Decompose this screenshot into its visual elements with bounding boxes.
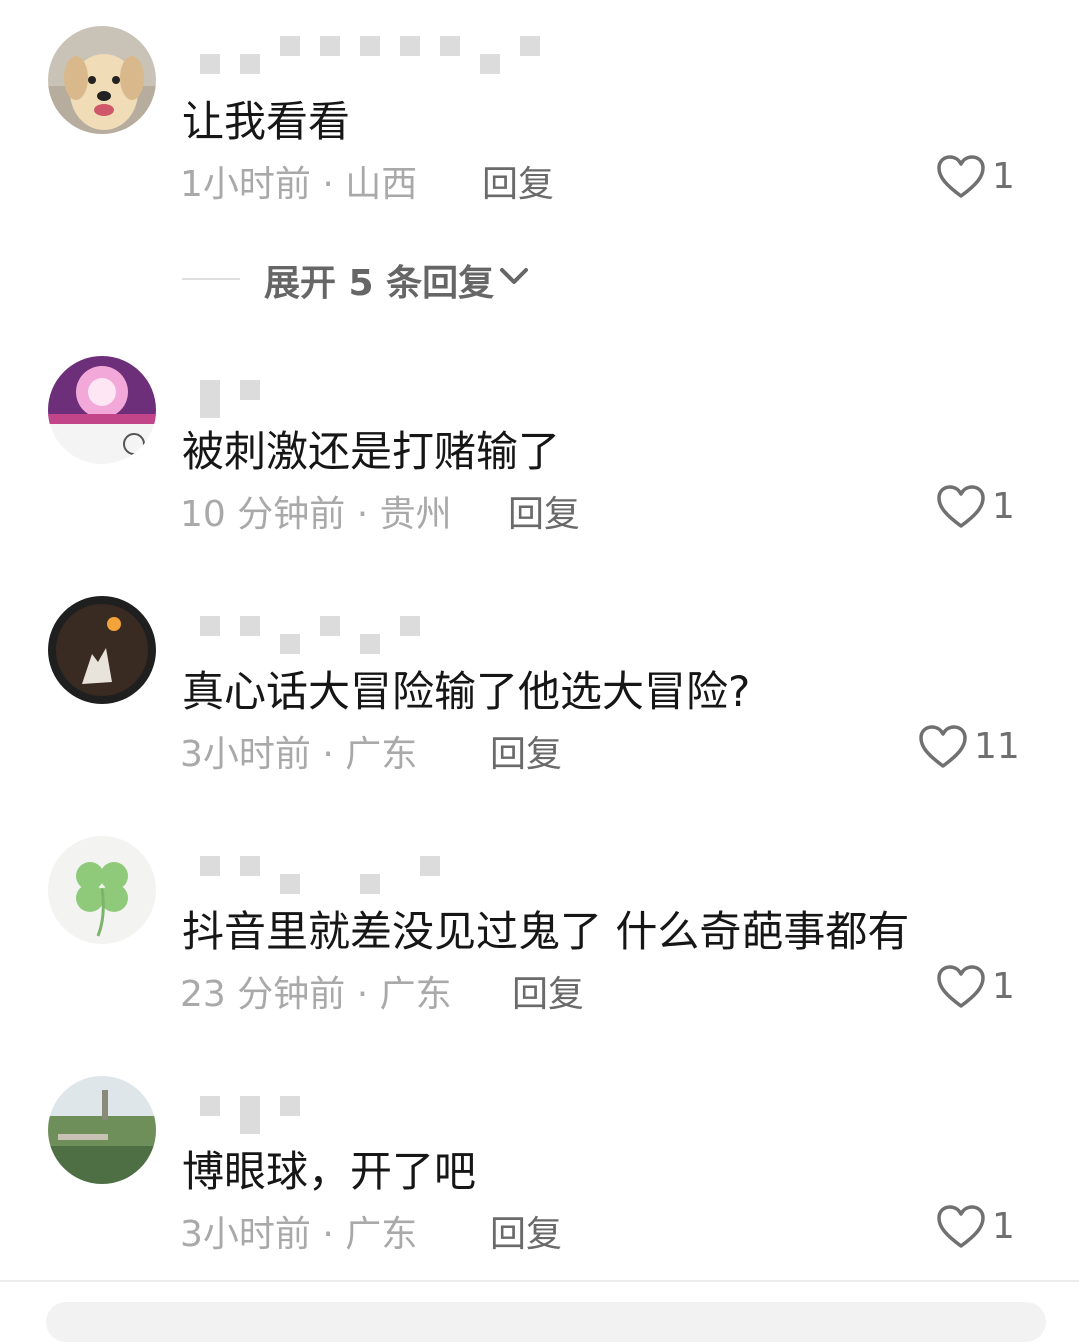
username-redacted[interactable]: [196, 374, 556, 418]
username-redacted[interactable]: [196, 30, 556, 74]
avatar[interactable]: [48, 356, 156, 464]
like-count: 1: [992, 1206, 1015, 1247]
chevron-down-icon: [500, 268, 528, 284]
bottom-divider: [0, 1280, 1079, 1282]
reply-button[interactable]: 回复: [490, 1205, 562, 1257]
meta-separator: ·: [345, 494, 380, 535]
avatar[interactable]: [48, 1076, 156, 1184]
username-redacted[interactable]: [196, 610, 556, 654]
like-count: 1: [992, 966, 1015, 1007]
heart-outline-icon[interactable]: [936, 484, 986, 530]
comment-time: 23 分钟前: [180, 974, 346, 1015]
comment-meta: 1小时前 · 山西: [180, 155, 417, 207]
comment-location: 广东: [379, 974, 452, 1015]
comment-location: 山西: [345, 164, 418, 205]
comment-input-bar[interactable]: [46, 1302, 1046, 1342]
heart-outline-icon[interactable]: [918, 724, 968, 770]
meta-separator: ·: [310, 164, 346, 205]
comment-location: 广东: [345, 1214, 418, 1255]
comment-item: 被刺激还是打赌输了 10 分钟前 · 贵州 回复 1: [0, 330, 1079, 570]
comment-location: 贵州: [379, 494, 452, 535]
clover-avatar-image: [48, 836, 156, 944]
heart-outline-icon[interactable]: [936, 154, 986, 200]
heart-outline-icon[interactable]: [936, 1204, 986, 1250]
comment-meta: 10 分钟前 · 贵州: [180, 485, 452, 537]
comment-item: 博眼球，开了吧 3小时前 · 广东 回复 1: [0, 1050, 1079, 1290]
wolf-avatar-image: [48, 596, 156, 704]
comment-text: 抖音里就差没见过鬼了 什么奇葩事都有: [182, 907, 910, 956]
reply-button[interactable]: 回复: [490, 725, 562, 777]
meta-separator: ·: [345, 974, 380, 1015]
comment-location: 广东: [345, 734, 418, 775]
comment-text: 真心话大冒险输了他选大冒险?: [182, 667, 751, 716]
expand-replies-button[interactable]: 展开 5 条回复: [182, 254, 582, 304]
comment-meta: 3小时前 · 广东: [180, 1205, 417, 1257]
comment-text: 博眼球，开了吧: [182, 1147, 477, 1196]
comment-time: 1小时前: [180, 164, 311, 205]
landscape-avatar-image: [48, 1076, 156, 1184]
like-count: 1: [992, 486, 1015, 527]
comment-time: 10 分钟前: [180, 494, 346, 535]
comment-meta: 3小时前 · 广东: [180, 725, 417, 777]
username-redacted[interactable]: [196, 850, 556, 894]
avatar[interactable]: [48, 596, 156, 704]
comment-item: 抖音里就差没见过鬼了 什么奇葩事都有 23 分钟前 · 广东 回复 1: [0, 810, 1079, 1050]
expand-replies-label: 展开 5 条回复: [264, 263, 495, 304]
comment-meta: 23 分钟前 · 广东: [180, 965, 452, 1017]
comment-item: 让我看看 1小时前 · 山西 回复 1: [0, 0, 1079, 240]
meta-separator: ·: [310, 734, 346, 775]
avatar[interactable]: [48, 836, 156, 944]
reply-button[interactable]: 回复: [512, 965, 584, 1017]
like-count: 1: [992, 156, 1015, 197]
username-redacted[interactable]: [196, 1090, 556, 1134]
reply-button[interactable]: 回复: [508, 485, 580, 537]
reply-button[interactable]: 回复: [482, 155, 554, 207]
heart-outline-icon[interactable]: [936, 964, 986, 1010]
fireworks-avatar-image: [48, 356, 156, 464]
meta-separator: ·: [310, 1214, 346, 1255]
comment-text: 让我看看: [182, 97, 351, 146]
comment-time: 3小时前: [180, 1214, 311, 1255]
dog-avatar-image: [48, 26, 156, 134]
like-count: 11: [974, 726, 1020, 767]
comment-item: 真心话大冒险输了他选大冒险? 3小时前 · 广东 回复 11: [0, 570, 1079, 810]
avatar[interactable]: [48, 26, 156, 134]
comment-time: 3小时前: [180, 734, 311, 775]
expand-divider-line: [182, 278, 240, 280]
comment-text: 被刺激还是打赌输了: [182, 427, 561, 476]
